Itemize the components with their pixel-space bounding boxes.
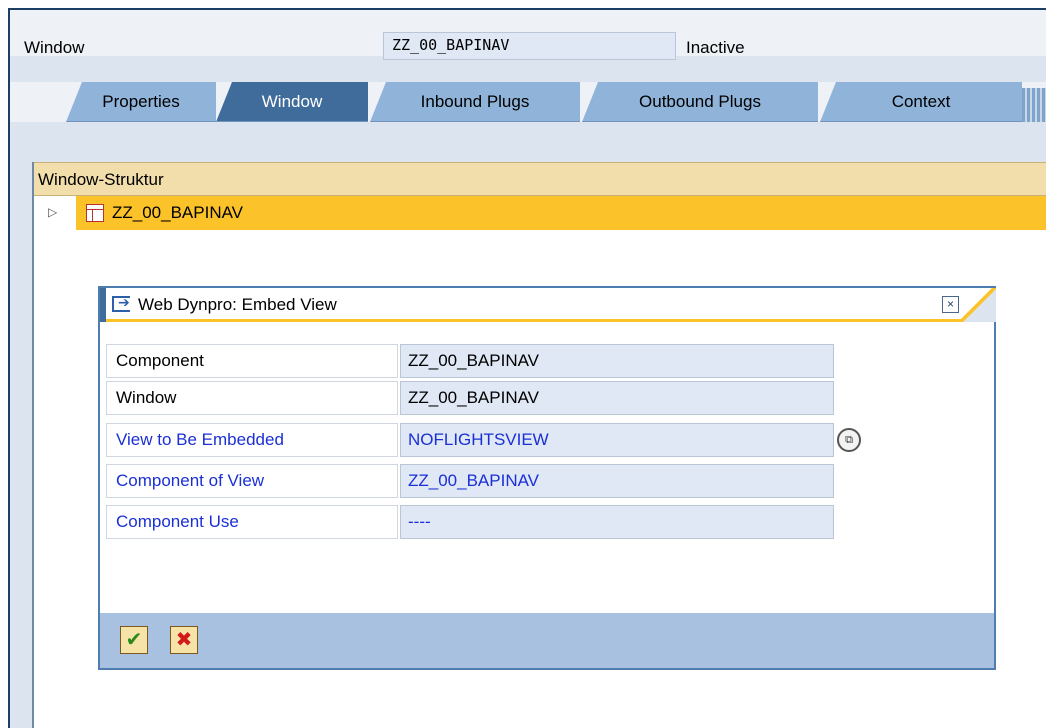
window-label: Window bbox=[24, 38, 85, 57]
window-header: Window ZZ_00_BAPINAV Inactive bbox=[10, 10, 1046, 60]
main-frame: Window ZZ_00_BAPINAV Inactive Properties… bbox=[8, 8, 1046, 728]
dialog-footer: ✔ ✖ bbox=[100, 613, 994, 668]
status-text: Inactive bbox=[686, 38, 745, 57]
component-field[interactable]: ZZ_00_BAPINAV bbox=[400, 344, 834, 378]
component-use-label[interactable]: Component Use bbox=[106, 505, 398, 539]
dialog-title-slant bbox=[956, 288, 996, 322]
window-name-field[interactable]: ZZ_00_BAPINAV bbox=[383, 32, 676, 60]
tab-inbound-plugs[interactable]: Inbound Plugs bbox=[370, 82, 580, 122]
component-of-view-label[interactable]: Component of View bbox=[106, 464, 398, 498]
tab-outbound-plugs[interactable]: Outbound Plugs bbox=[582, 82, 818, 122]
tree-node-label: ZZ_00_BAPINAV bbox=[112, 203, 244, 222]
tab-context[interactable]: Context bbox=[820, 82, 1022, 122]
tree-node-selected[interactable]: ZZ_00_BAPINAV bbox=[76, 196, 1046, 230]
window-field[interactable]: ZZ_00_BAPINAV bbox=[400, 381, 834, 415]
view-to-embed-field[interactable]: NOFLIGHTSVIEW bbox=[400, 423, 834, 457]
component-use-field[interactable]: ---- bbox=[400, 505, 834, 539]
value-help-icon[interactable]: ⧉ bbox=[837, 428, 861, 452]
dialog-window-icon bbox=[112, 294, 130, 312]
cancel-button[interactable]: ✖ bbox=[170, 626, 198, 654]
dialog-title-accent bbox=[100, 288, 106, 322]
tab-scroll-edge bbox=[1022, 88, 1046, 122]
dialog-title-bar: Web Dynpro: Embed View × bbox=[100, 288, 996, 322]
window-node-icon bbox=[86, 204, 104, 222]
view-to-embed-label[interactable]: View to Be Embedded bbox=[106, 423, 398, 457]
component-label: Component bbox=[106, 344, 398, 378]
expand-arrow-icon[interactable]: ▷ bbox=[48, 204, 60, 220]
tree-header: Window-Struktur bbox=[34, 162, 1046, 196]
component-of-view-field[interactable]: ZZ_00_BAPINAV bbox=[400, 464, 834, 498]
tab-window[interactable]: Window bbox=[216, 82, 368, 122]
tab-properties[interactable]: Properties bbox=[66, 82, 216, 122]
confirm-button[interactable]: ✔ bbox=[120, 626, 148, 654]
tabstrip: Properties Window Inbound Plugs Outbound… bbox=[10, 82, 1046, 122]
tree-row[interactable]: ▷ ZZ_00_BAPINAV bbox=[34, 196, 1046, 230]
dialog-title: Web Dynpro: Embed View bbox=[138, 295, 337, 314]
dialog-form: Component ZZ_00_BAPINAV Window ZZ_00_BAP… bbox=[100, 325, 994, 613]
window-field-label: Window bbox=[106, 381, 398, 415]
embed-view-dialog: Web Dynpro: Embed View × Component ZZ_00… bbox=[98, 286, 996, 670]
